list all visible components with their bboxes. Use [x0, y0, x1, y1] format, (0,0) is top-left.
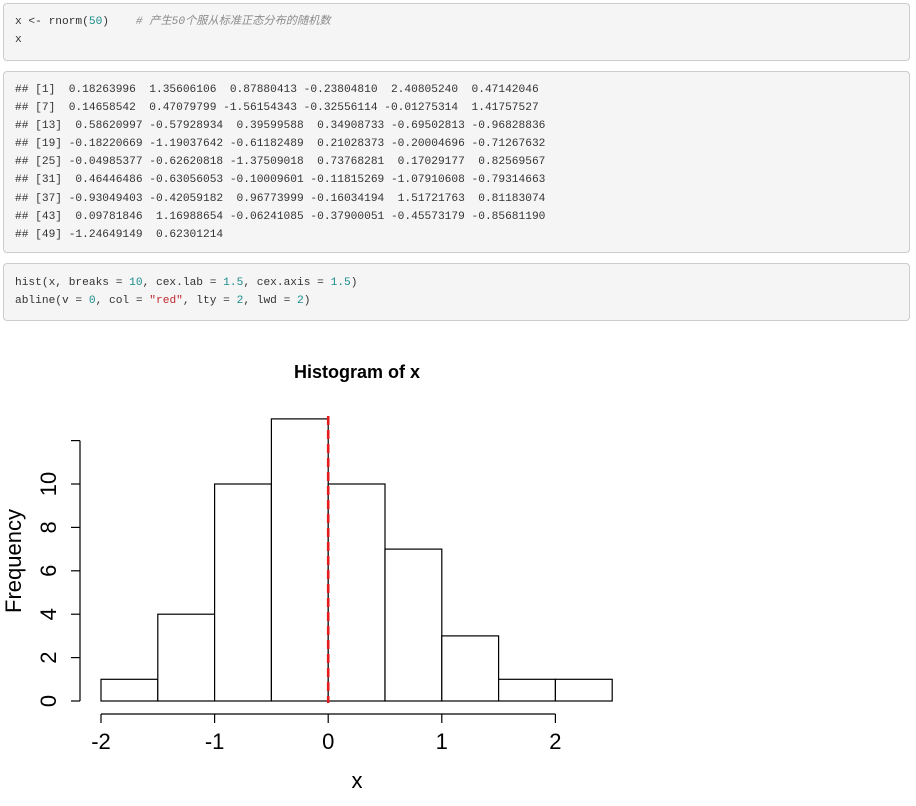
code-text: , cex.axis = — [243, 277, 331, 289]
histogram-bar — [498, 678, 557, 702]
code-text: x <- rnorm( — [15, 16, 89, 28]
x-tick-label: 2 — [549, 729, 561, 754]
x-axis-label: x — [352, 768, 363, 793]
output-line: ## [31] 0.46446486 -0.63056053 -0.100096… — [15, 174, 546, 187]
output-block: ## [1] 0.18263996 1.35606106 0.87880413 … — [3, 71, 910, 253]
bars-group — [100, 418, 613, 702]
code-text: abline(v = — [15, 295, 89, 308]
y-tick-label: 2 — [36, 651, 61, 663]
output-line: ## [43] 0.09781846 1.16988654 -0.0624108… — [15, 210, 546, 223]
code-text: ) — [350, 277, 358, 289]
code-number: 50 — [88, 16, 103, 28]
code-line: hist(x, breaks = 10, cex.lab = 1.5, cex.… — [15, 274, 909, 292]
y-tick-label: 0 — [36, 695, 61, 707]
y-tick-label: 6 — [36, 565, 61, 577]
code-string: "red" — [149, 295, 183, 308]
code-text: x — [15, 34, 22, 47]
code-block-hist: hist(x, breaks = 10, cex.lab = 1.5, cex.… — [3, 263, 910, 321]
code-text: , cex.lab = — [142, 277, 224, 289]
x-axis: -2 -1 0 1 2 — [91, 713, 562, 754]
y-axis-label: Frequency — [1, 509, 26, 613]
code-line: x — [15, 31, 909, 49]
output-line: ## [25] -0.04985377 -0.62620818 -1.37509… — [15, 156, 546, 169]
x-tick-label: -1 — [205, 729, 225, 754]
code-text: hist(x, breaks = — [15, 277, 130, 289]
output-line: ## [1] 0.18263996 1.35606106 0.87880413 … — [15, 84, 539, 96]
output-line: ## [19] -0.18220669 -1.19037642 -0.61182… — [15, 138, 546, 151]
code-text: ) — [303, 295, 311, 308]
x-tick-label: -2 — [91, 729, 111, 754]
x-tick-label: 1 — [436, 729, 448, 754]
code-text: , lty = — [182, 295, 237, 308]
histogram-bar — [157, 613, 216, 702]
code-number: 10 — [129, 277, 143, 289]
histogram-bar — [554, 678, 613, 702]
histogram-bar — [384, 548, 443, 702]
output-line: ## [13] 0.58620997 -0.57928934 0.3959958… — [15, 120, 546, 133]
histogram-bar — [214, 483, 273, 702]
histogram-bar — [327, 483, 386, 702]
output-line: ## [37] -0.93049403 -0.42059182 0.967739… — [15, 192, 546, 205]
code-line: x <- rnorm(50) # 产生50个服从标准正态分布的随机数 — [15, 13, 909, 31]
y-tick-label: 4 — [36, 608, 61, 620]
histogram-bar — [270, 418, 329, 702]
y-tick-label: 10 — [36, 472, 61, 496]
code-comment: # 产生50个服从标准正态分布的随机数 — [135, 16, 331, 28]
code-number: 1.5 — [330, 277, 351, 289]
code-line: abline(v = 0, col = "red", lty = 2, lwd … — [15, 292, 909, 310]
code-number: 2 — [297, 295, 304, 308]
code-block-rnorm: x <- rnorm(50) # 产生50个服从标准正态分布的随机数 x — [3, 3, 910, 61]
histogram-chart: Histogram of x x Frequency -2 -1 0 1 2 0 2 4 6 8… — [1, 362, 613, 793]
code-number: 1.5 — [223, 277, 244, 289]
x-tick-label: 0 — [322, 729, 334, 754]
code-number: 0 — [88, 295, 96, 308]
histogram-bar — [441, 635, 500, 702]
y-axis: 0 2 4 6 8 10 — [36, 439, 81, 707]
code-text: , lwd = — [243, 295, 298, 308]
histogram-bar — [100, 678, 159, 702]
code-text: , col = — [95, 295, 150, 308]
output-line: ## [7] 0.14658542 0.47079799 -1.56154343… — [15, 102, 539, 115]
output-line: ## [49] -1.24649149 0.62301214 — [15, 228, 224, 241]
code-text: ) — [102, 16, 110, 28]
chart-title: Histogram of x — [294, 362, 420, 382]
y-tick-label: 8 — [36, 521, 61, 533]
